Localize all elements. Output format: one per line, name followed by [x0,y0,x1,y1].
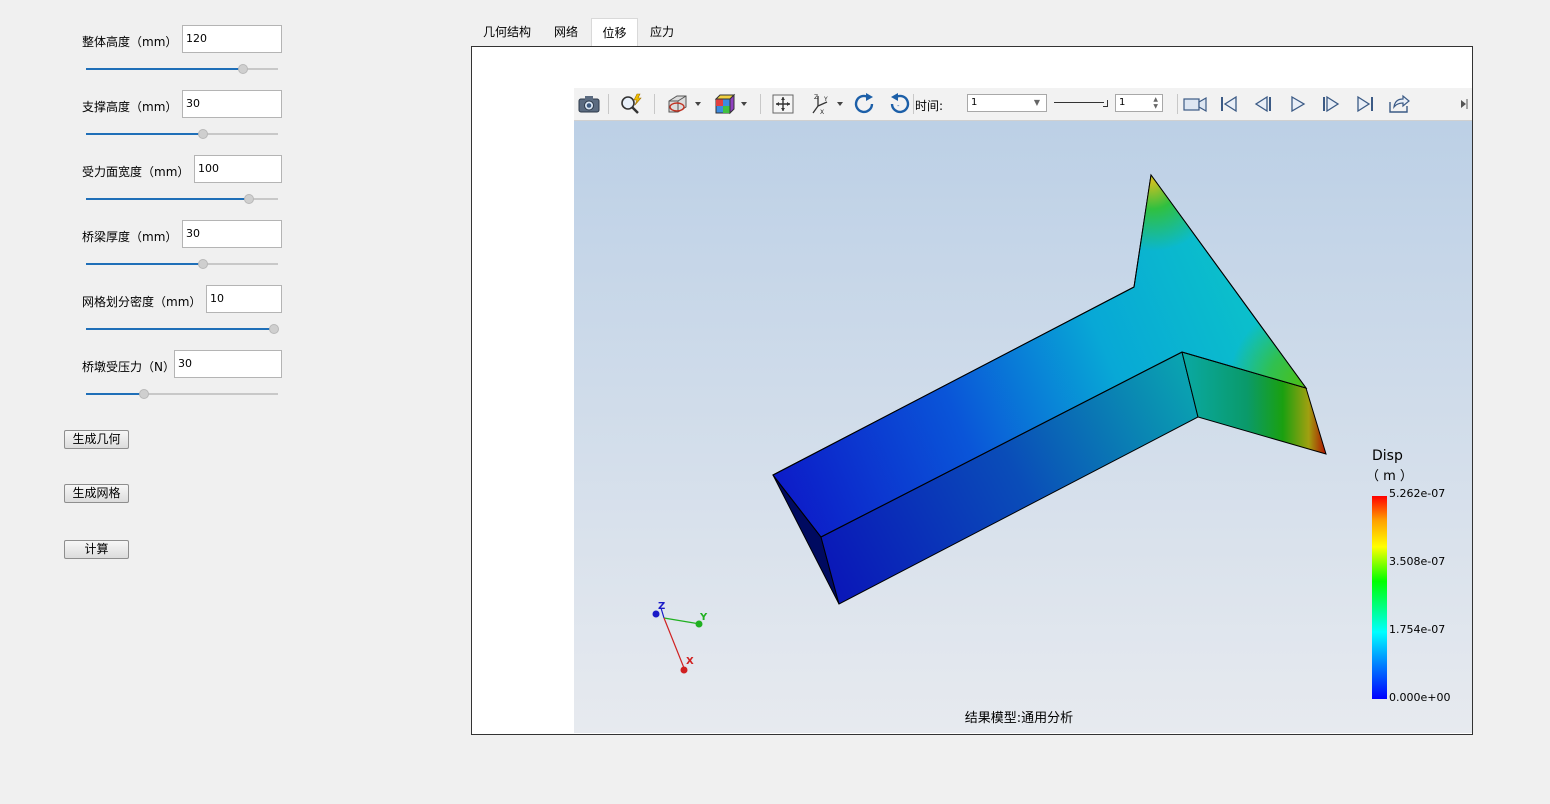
legend-value-min: 0.000e+00 [1389,691,1451,704]
load-width-input[interactable]: 100 [194,155,282,183]
legend-unit: （ m ） [1366,469,1413,484]
time-select[interactable]: 1 ▼ [967,94,1047,112]
param-label-support-height: 支撑高度（mm） [82,100,178,114]
fit-view-icon[interactable] [770,92,796,116]
mesh-density-input[interactable]: 10 [206,285,282,313]
zoom-magic-icon[interactable] [618,92,644,116]
time-select-value: 1 [971,97,978,108]
overall-height-slider[interactable] [86,64,278,74]
legend-color-bar [1372,496,1387,699]
tab-displacement[interactable]: 位移 [591,18,638,46]
frame-spinbox[interactable]: 1 ▲ ▼ [1115,94,1163,112]
step-back-icon[interactable] [1250,92,1276,116]
support-height-slider[interactable] [86,129,278,139]
axis-z-label: Z [658,601,665,612]
pier-pressure-slider[interactable] [86,389,278,399]
generate-geometry-button[interactable]: 生成几何 [64,430,129,449]
skip-to-start-icon[interactable] [1216,92,1242,116]
svg-text:Z: Z [814,94,818,101]
colored-cube-icon[interactable] [710,92,750,116]
svg-text:Y: Y [823,96,828,103]
viewer-toolbar: ZYX - 时间: 1 ▼ 1 ▲ ▼ [574,88,1472,121]
pier-pressure-input[interactable]: 30 [174,350,282,378]
param-label-load-width: 受力面宽度（mm） [82,165,190,179]
bridge-thickness-input[interactable]: 30 [182,220,282,248]
tab-geometry[interactable]: 几何结构 [474,18,540,46]
svg-text:X: X [820,109,824,116]
legend-value-high: 3.508e-07 [1389,555,1446,568]
legend-value-max: 5.262e-07 [1389,487,1446,500]
clip-plane-icon[interactable] [664,92,704,116]
bridge-thickness-slider[interactable] [86,259,278,269]
3d-viewport[interactable]: Z Y X Disp （ m ） 5.262e-07 3.508e-07 1.7… [574,121,1472,733]
mesh-density-slider[interactable] [86,324,280,334]
rotate-counterclockwise-icon[interactable]: - [886,92,912,116]
param-label-mesh-density: 网格划分密度（mm） [82,295,202,309]
generate-mesh-button[interactable]: 生成网格 [64,484,129,503]
toolbar-overflow-icon[interactable] [1458,92,1470,116]
param-label-overall-height: 整体高度（mm） [82,35,178,49]
axis-triad: Z Y X [652,601,708,674]
step-forward-icon[interactable] [1318,92,1344,116]
axis-y-label: Y [699,612,708,623]
compute-button[interactable]: 计算 [64,540,129,559]
rotate-clockwise-icon[interactable] [852,92,878,116]
axis-orientation-icon[interactable]: ZYX [806,92,846,116]
export-icon[interactable] [1386,92,1412,116]
result-model-caption: 结果模型:通用分析 [964,711,1074,726]
chevron-down-icon: ▼ [1033,98,1040,107]
tab-stress[interactable]: 应力 [640,18,684,46]
param-label-pier-pressure: 桥墩受压力（N） [82,360,175,374]
svg-text:-: - [897,102,900,110]
skip-to-end-icon[interactable] [1352,92,1378,116]
spin-arrows-icon: ▲ ▼ [1153,96,1158,110]
legend-value-mid: 1.754e-07 [1389,623,1446,636]
play-icon[interactable] [1284,92,1310,116]
overall-height-input[interactable]: 120 [182,25,282,53]
video-record-icon[interactable] [1182,92,1208,116]
time-label: 时间: [915,99,944,113]
param-label-bridge-thickness: 桥梁厚度（mm） [82,230,178,244]
support-height-input[interactable]: 30 [182,90,282,118]
camera-icon[interactable] [576,92,602,116]
legend-title: Disp [1372,448,1403,464]
load-width-slider[interactable] [86,194,278,204]
axis-x-label: X [686,656,694,667]
tab-mesh[interactable]: 网络 [544,18,588,46]
frame-slider[interactable] [1054,94,1110,112]
frame-spinbox-value: 1 [1119,97,1126,108]
